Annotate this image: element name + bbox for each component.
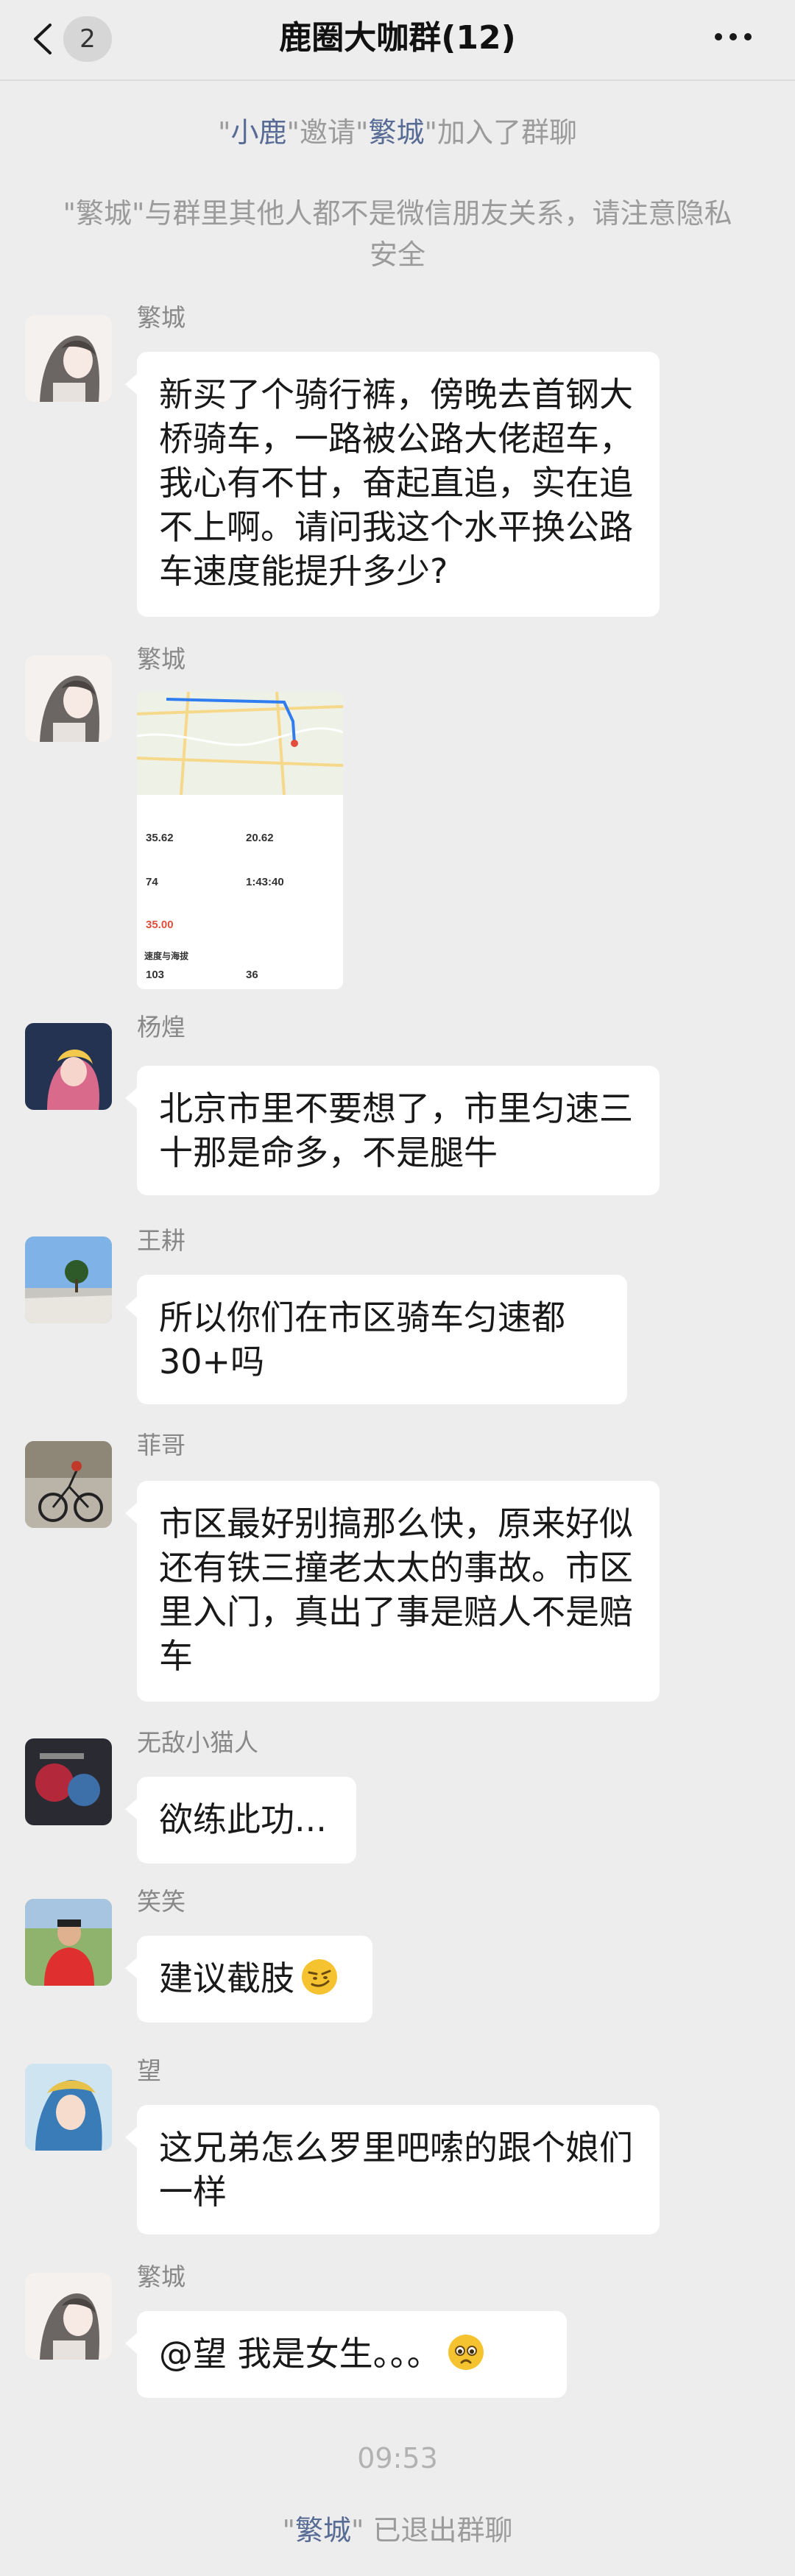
sender-name: 繁城	[137, 2262, 186, 2291]
sender-name: 繁城	[137, 303, 186, 332]
left-group-notice: "繁城" 已退出群聊	[282, 2514, 513, 2547]
avatar-wanggeng[interactable]	[25, 1236, 112, 1323]
message-bubble[interactable]: 北京市里不要想了，市里匀速三十那是命多，不是腿牛	[125, 1066, 660, 1195]
avatar-fancheng[interactable]	[25, 655, 112, 742]
sender-name: 杨煌	[137, 1013, 186, 1041]
sender-name: 王耕	[137, 1226, 186, 1255]
invite-notice: "小鹿"邀请"繁城"加入了群聊	[218, 116, 577, 149]
message-bubble[interactable]: @望 我是女生。。。	[125, 2311, 567, 2398]
sender-name: 望	[137, 2056, 161, 2085]
message-bubble[interactable]: 这兄弟怎么罗里吧嗦的跟个娘们一样	[125, 2105, 660, 2234]
pleading-emoji-icon	[448, 2335, 484, 2370]
sender-name: 笑笑	[137, 1887, 186, 1916]
route-map	[137, 692, 343, 795]
avatar-wang[interactable]	[25, 2064, 112, 2151]
ride-stats: 35.62 20.62 74 1:43:40 35.00 速度与海拔 103 3…	[144, 832, 284, 981]
message-timestamp: 09:53	[357, 2442, 438, 2474]
message-bubble[interactable]: 新买了个骑行裤，傍晚去首钢大桥骑车，一路被公路大佬超车，我心有不甘，奋起直追，实…	[125, 352, 660, 617]
invitee-link[interactable]: 繁城	[368, 116, 424, 149]
ride-screenshot-image[interactable]: 35.62 20.62 74 1:43:40 35.00 速度与海拔 103 3…	[137, 692, 343, 989]
chat-title: 鹿圈大咖群(12)	[279, 19, 516, 57]
smirk-emoji-icon	[302, 1959, 337, 1995]
avatar-yanghuang[interactable]	[25, 1023, 112, 1110]
avatar-xiaoxiao[interactable]	[25, 1899, 112, 1986]
unread-badge[interactable]: 2	[63, 16, 112, 62]
avatar-fancheng[interactable]	[25, 2273, 112, 2360]
message-bubble[interactable]: 所以你们在市区骑车匀速都30+吗	[125, 1275, 627, 1404]
sender-name: 菲哥	[137, 1431, 186, 1459]
avatar-feige[interactable]	[25, 1441, 112, 1528]
sender-name: 无敌小猫人	[137, 1728, 258, 1757]
back-arrow-icon[interactable]	[28, 21, 57, 57]
message-bubble[interactable]: 市区最好别搞那么快，原来好似还有铁三撞老太太的事故。市区里入门，真出了事是赔人不…	[125, 1481, 660, 1702]
message-bubble[interactable]: 建议截肢	[125, 1936, 372, 2023]
avatar-wudixiaomaoren[interactable]	[25, 1738, 112, 1825]
inviter-link[interactable]: 小鹿	[231, 116, 287, 149]
message-bubble[interactable]: 欲练此功...	[125, 1777, 356, 1864]
left-member-link[interactable]: 繁城	[295, 2514, 351, 2547]
privacy-notice: "繁城"与群里其他人都不是微信朋友关系，请注意隐私安全	[63, 197, 732, 271]
sender-name: 繁城	[137, 645, 186, 673]
avatar-fancheng[interactable]	[25, 315, 112, 402]
more-icon[interactable]	[711, 28, 755, 46]
chat-header: 2 鹿圈大咖群(12)	[0, 0, 795, 81]
